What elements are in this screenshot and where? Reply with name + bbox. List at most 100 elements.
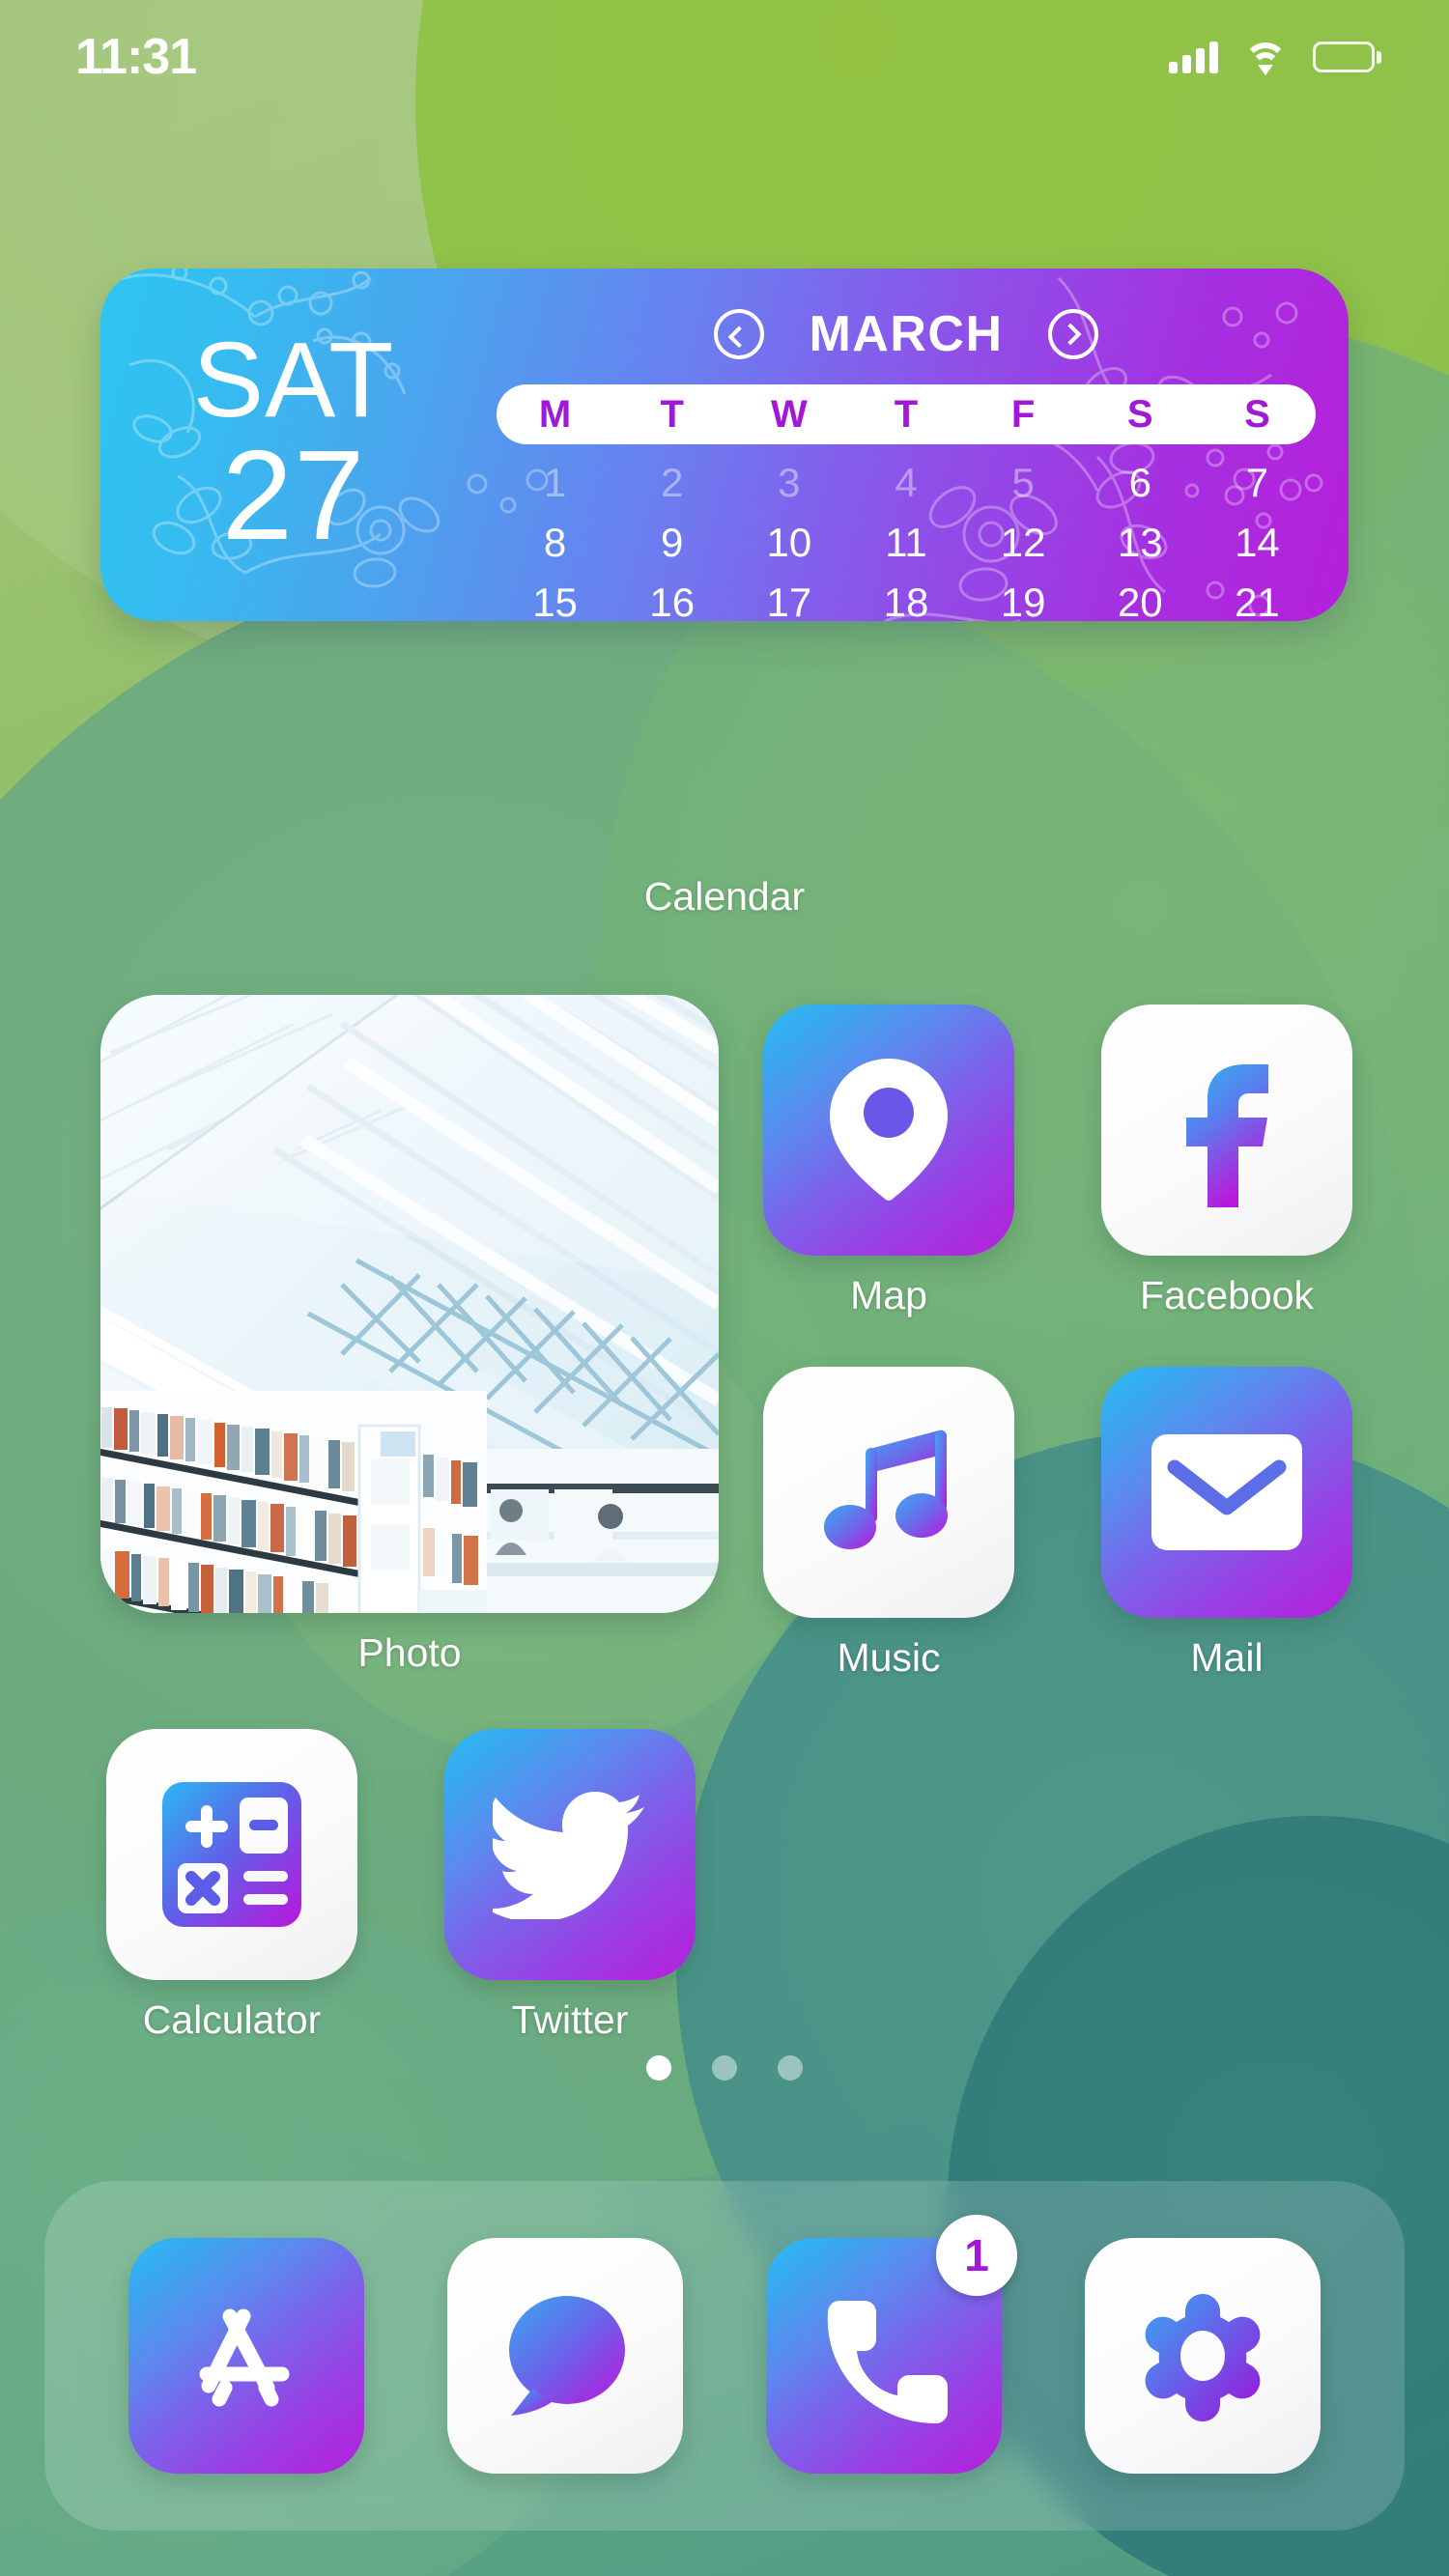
app-label-map: Map [850, 1273, 927, 1317]
status-bar-icons [1169, 41, 1381, 75]
app-photo[interactable]: Photo [100, 995, 719, 1676]
calendar-day-value: 9 [661, 520, 684, 565]
calendar-month-header: MARCH [497, 297, 1316, 371]
speech-bubble-glyph [509, 2296, 625, 2416]
calendar-day-value: 13 [1117, 520, 1163, 565]
dock-item-messages[interactable] [447, 2238, 683, 2474]
page-dot-0[interactable] [646, 2055, 671, 2081]
app-mail[interactable]: Mail [1101, 1367, 1352, 1681]
calendar-month-label: MARCH [809, 306, 1004, 362]
calendar-cell-day[interactable]: 17 [730, 574, 847, 622]
calendar-day-value: 17 [766, 580, 812, 622]
dock-item-phone[interactable]: 1 [766, 2215, 1017, 2474]
calendar-day-value: 8 [543, 520, 567, 565]
app-store-glyph [199, 2308, 290, 2407]
facebook-f-icon[interactable] [1101, 1005, 1352, 1256]
calendar-cell-day[interactable]: 14 [1199, 514, 1316, 572]
calendar-cell-day[interactable]: 4 [847, 454, 964, 512]
twitter-bird-icon[interactable] [444, 1729, 696, 1980]
photo-widget-icon[interactable] [100, 995, 719, 1613]
calendar-cell-day[interactable]: 7 [1199, 454, 1316, 512]
calendar-cell-day[interactable]: 15 [497, 574, 613, 622]
app-map[interactable]: Map [763, 1005, 1014, 1318]
calendar-cell-day[interactable]: 12 [965, 514, 1082, 572]
calendar-day-value: 5 [1011, 460, 1035, 505]
calendar-widget[interactable]: SAT 27 MARCH MTWTFSS 1 2 3 4 5 6 7 8 9 10 11 12 13 14… [100, 269, 1349, 621]
calendar-day-value: 19 [1000, 580, 1046, 622]
calendar-day-number: 27 [221, 423, 366, 566]
calendar-widget-today-panel: SAT 27 [100, 269, 487, 621]
calendar-weekday-2: W [770, 392, 808, 436]
wifi-icon [1243, 41, 1288, 75]
app-facebook[interactable]: Facebook [1101, 1005, 1352, 1318]
gear-icon[interactable] [1085, 2238, 1321, 2474]
speech-bubble-icon[interactable] [447, 2238, 683, 2474]
calendar-cell-day[interactable]: 1 [497, 454, 613, 512]
dock-item-settings[interactable] [1085, 2238, 1321, 2474]
calendar-cell-day[interactable]: 13 [1082, 514, 1199, 572]
dock-item-appstore[interactable] [128, 2238, 364, 2474]
envelope-icon[interactable] [1101, 1367, 1352, 1618]
chevron-left-circle-icon[interactable] [714, 309, 765, 359]
app-label-facebook: Facebook [1139, 1273, 1315, 1317]
calendar-day-name: SAT [192, 321, 395, 440]
app-music[interactable]: Music [763, 1367, 1014, 1681]
calendar-widget-month-panel: MARCH MTWTFSS 1 2 3 4 5 6 7 8 9 10 11 12 13 14 15 16 17 1… [487, 269, 1349, 621]
page-dot-1[interactable] [712, 2055, 737, 2081]
calculator-icon[interactable] [106, 1729, 357, 1980]
calendar-day-value: 3 [778, 460, 801, 505]
calendar-day-value: 20 [1117, 580, 1163, 622]
calendar-day-value: 6 [1128, 460, 1151, 505]
calendar-day-grid[interactable]: 1234567891011121314151617181920212223242… [497, 454, 1316, 622]
calendar-cell-day[interactable]: 9 [613, 514, 730, 572]
app-label-music: Music [837, 1635, 941, 1680]
app-twitter[interactable]: Twitter [444, 1729, 696, 2043]
battery-icon [1313, 42, 1381, 72]
calendar-day-value: 15 [532, 580, 578, 622]
calendar-cell-day[interactable]: 10 [730, 514, 847, 572]
dock: 1 [44, 2181, 1405, 2531]
calendar-day-value: 11 [885, 520, 927, 565]
location-pin-icon[interactable] [763, 1005, 1014, 1256]
calendar-cell-day[interactable]: 16 [613, 574, 730, 622]
app-calculator[interactable]: Calculator [106, 1729, 357, 2043]
phone-handset-glyph [827, 2301, 948, 2423]
calendar-day-value: 18 [883, 580, 929, 622]
calendar-day-value: 4 [895, 460, 918, 505]
envelope-glyph [1151, 1434, 1302, 1550]
calendar-cell-day[interactable]: 6 [1082, 454, 1199, 512]
calendar-cell-day[interactable]: 21 [1199, 574, 1316, 622]
calendar-day-value: 12 [1000, 520, 1046, 565]
calendar-weekday-1: T [660, 392, 684, 436]
status-bar-clock: 11:31 [75, 29, 197, 85]
library-photo-image [100, 995, 719, 1613]
calendar-day-value: 16 [649, 580, 696, 622]
page-indicator[interactable] [0, 2055, 1449, 2081]
calendar-weekday-6: S [1244, 392, 1270, 436]
app-label-twitter: Twitter [511, 1997, 629, 2042]
calendar-weekday-header-row: MTWTFSS [497, 384, 1316, 444]
calendar-weekday-4: F [1010, 392, 1036, 436]
calendar-weekday-0: M [538, 392, 572, 436]
calendar-cell-day[interactable]: 20 [1082, 574, 1199, 622]
calendar-cell-day[interactable]: 5 [965, 454, 1082, 512]
app-store-icon[interactable] [128, 2238, 364, 2474]
calendar-cell-day[interactable]: 18 [847, 574, 964, 622]
app-label-calculator: Calculator [142, 1997, 322, 2042]
calendar-day-value: 2 [661, 460, 684, 505]
cellular-signal-icon [1169, 41, 1218, 73]
calendar-cell-day[interactable]: 11 [847, 514, 964, 572]
music-note-glyph [824, 1430, 948, 1549]
calendar-weekday-5: S [1126, 392, 1153, 436]
calendar-cell-day[interactable]: 2 [613, 454, 730, 512]
calendar-cell-day[interactable]: 8 [497, 514, 613, 572]
calendar-widget-label: Calendar [643, 874, 806, 919]
calculator-glyph [162, 1782, 301, 1927]
page-dot-2[interactable] [778, 2055, 803, 2081]
chevron-right-circle-icon[interactable] [1047, 309, 1098, 359]
calendar-day-value: 14 [1235, 520, 1280, 565]
music-note-icon[interactable] [763, 1367, 1014, 1618]
calendar-day-value: 1 [543, 460, 567, 505]
calendar-cell-day[interactable]: 3 [730, 454, 847, 512]
calendar-cell-day[interactable]: 19 [965, 574, 1082, 622]
